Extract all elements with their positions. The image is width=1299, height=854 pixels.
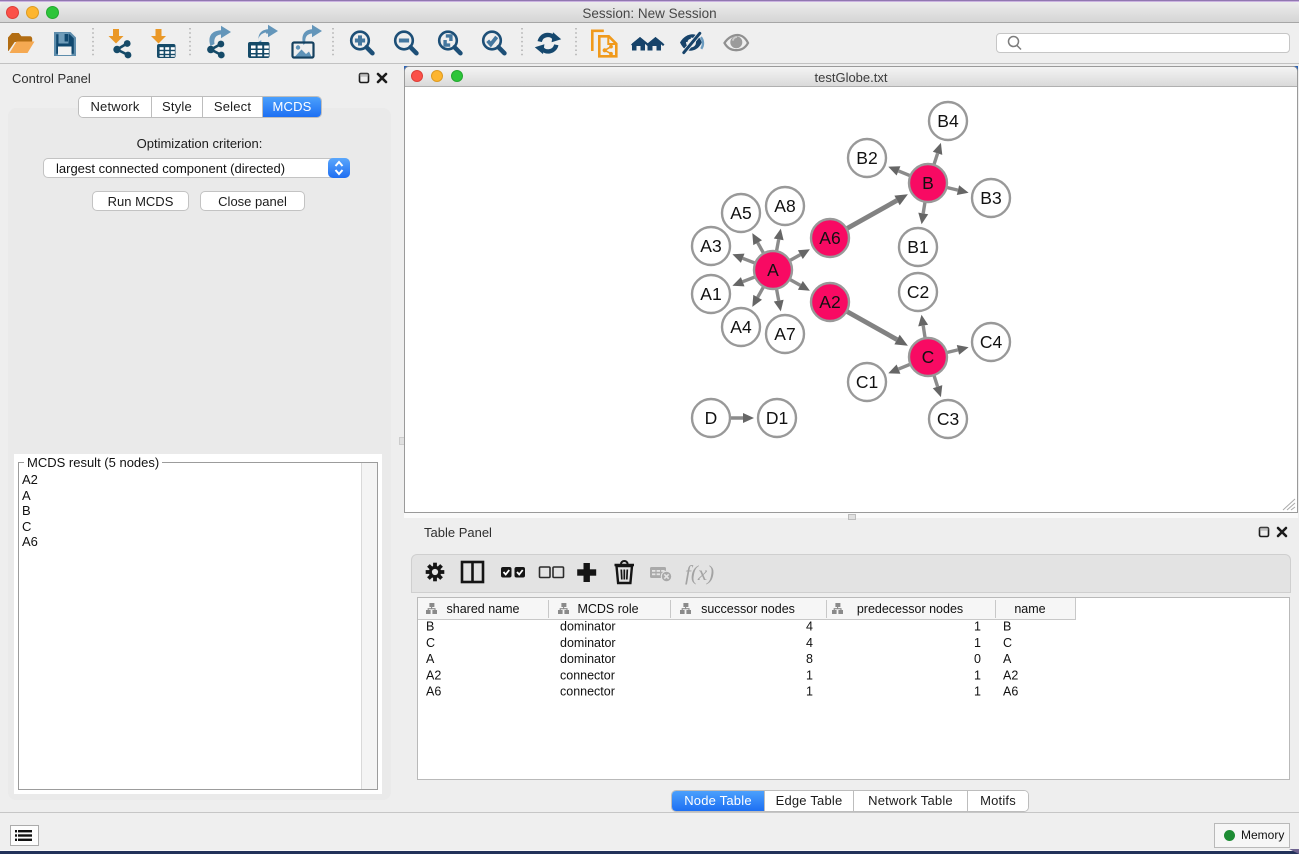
- svg-text:connector: connector: [560, 668, 615, 682]
- svg-text:name: name: [1014, 602, 1045, 616]
- svg-text:C3: C3: [937, 409, 959, 429]
- svg-text:MCDS role: MCDS role: [577, 602, 638, 616]
- svg-text:shared name: shared name: [447, 602, 520, 616]
- svg-text:1: 1: [806, 685, 813, 699]
- svg-text:B3: B3: [980, 188, 1001, 208]
- svg-text:A8: A8: [774, 196, 795, 216]
- svg-text:A1: A1: [700, 284, 721, 304]
- svg-text:C: C: [426, 636, 435, 650]
- svg-text:predecessor nodes: predecessor nodes: [857, 602, 963, 616]
- svg-text:A: A: [1003, 652, 1012, 666]
- svg-text:1: 1: [974, 668, 981, 682]
- svg-text:A5: A5: [730, 203, 751, 223]
- svg-text:0: 0: [974, 652, 981, 666]
- svg-text:B: B: [426, 620, 434, 634]
- svg-text:C: C: [922, 347, 935, 367]
- svg-text:D1: D1: [766, 408, 788, 428]
- svg-text:D: D: [705, 408, 718, 428]
- svg-text:dominator: dominator: [560, 636, 616, 650]
- svg-text:A2: A2: [819, 292, 840, 312]
- svg-text:C: C: [1003, 636, 1012, 650]
- svg-text:dominator: dominator: [560, 652, 616, 666]
- svg-text:A6: A6: [819, 228, 840, 248]
- svg-text:A6: A6: [426, 685, 441, 699]
- svg-text:B: B: [922, 173, 934, 193]
- svg-text:4: 4: [806, 620, 813, 634]
- svg-text:4: 4: [806, 636, 813, 650]
- svg-text:1: 1: [974, 620, 981, 634]
- svg-text:B: B: [1003, 620, 1011, 634]
- svg-text:A2: A2: [426, 668, 441, 682]
- svg-text:1: 1: [974, 685, 981, 699]
- svg-text:8: 8: [806, 652, 813, 666]
- svg-text:C4: C4: [980, 332, 1003, 352]
- svg-text:B2: B2: [856, 148, 877, 168]
- svg-text:A2: A2: [1003, 668, 1018, 682]
- svg-text:connector: connector: [560, 685, 615, 699]
- svg-text:B1: B1: [907, 237, 928, 257]
- svg-text:A: A: [426, 652, 435, 666]
- svg-text:1: 1: [806, 668, 813, 682]
- svg-text:1: 1: [974, 636, 981, 650]
- svg-text:f(x): f(x): [685, 561, 714, 585]
- svg-text:A: A: [767, 260, 779, 280]
- svg-text:dominator: dominator: [560, 620, 616, 634]
- svg-text:A6: A6: [1003, 685, 1018, 699]
- svg-text:successor nodes: successor nodes: [701, 602, 795, 616]
- svg-text:C2: C2: [907, 282, 929, 302]
- svg-text:A7: A7: [774, 324, 795, 344]
- svg-text:C1: C1: [856, 372, 878, 392]
- svg-text:B4: B4: [937, 111, 959, 131]
- svg-text:A3: A3: [700, 236, 721, 256]
- svg-text:A4: A4: [730, 317, 752, 337]
